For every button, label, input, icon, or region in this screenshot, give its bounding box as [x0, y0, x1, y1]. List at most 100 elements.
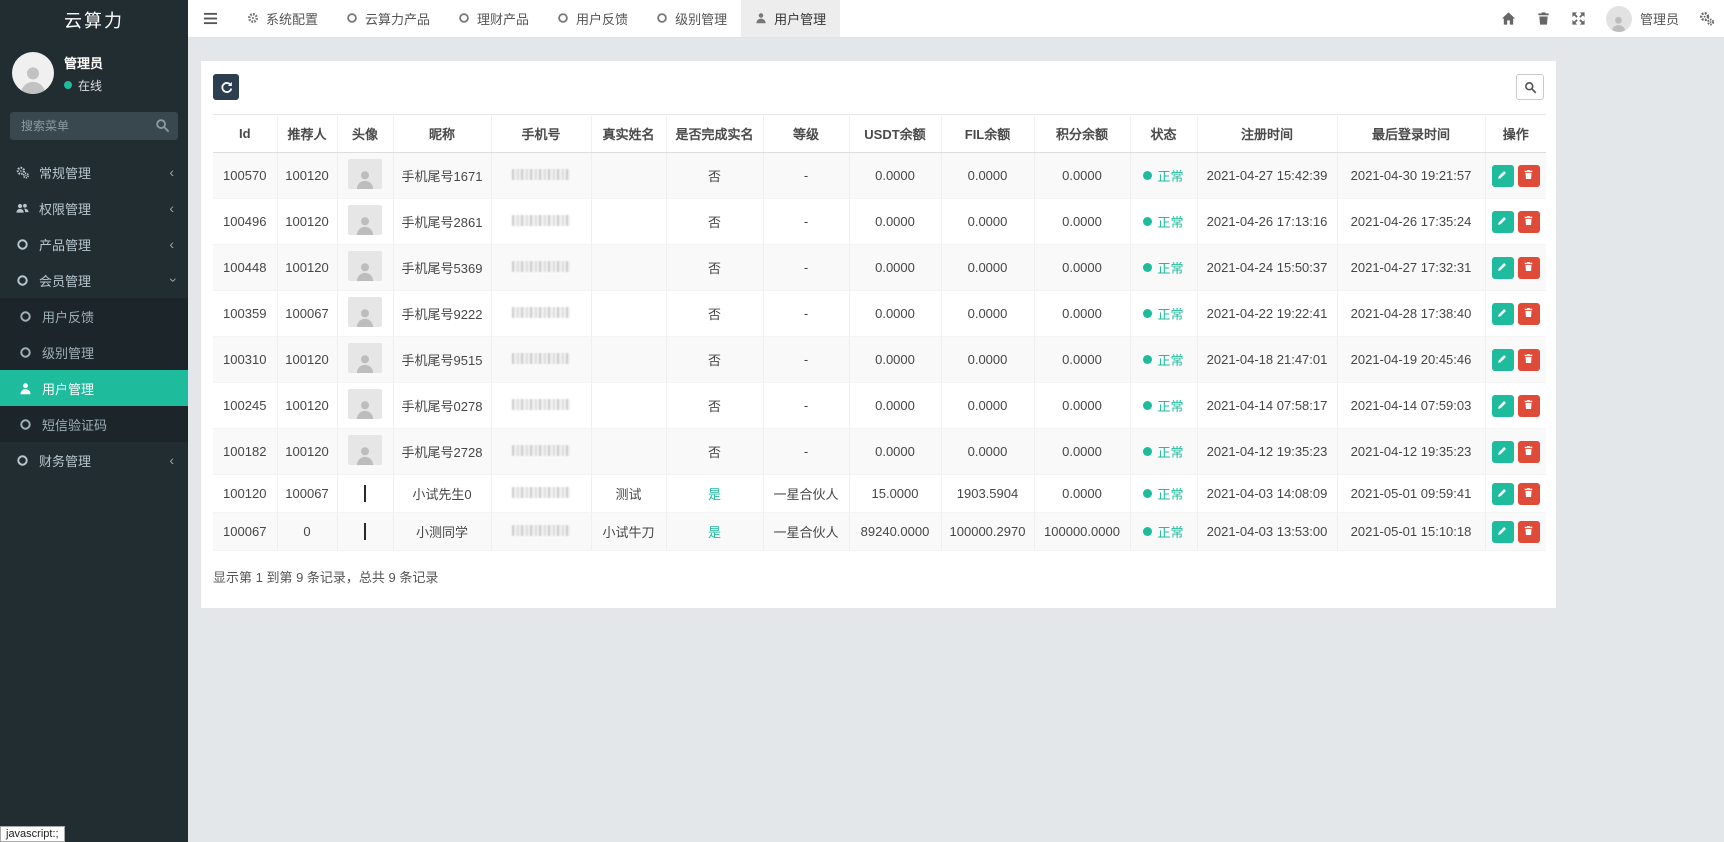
column-header: 头像 — [337, 114, 394, 153]
browser-status-bar: javascript:; — [0, 826, 65, 842]
cell-realname: 测试 — [591, 474, 667, 513]
cell-realname — [591, 290, 667, 337]
status-dot-icon — [1143, 217, 1153, 226]
redacted-phone — [512, 399, 570, 410]
person-icon — [20, 67, 46, 94]
data-panel: Id 推荐人 头像 昵称 手机号 真实姓名 是否完成实名 等级 USDT余额 FIL余额 积分余额状… — [200, 60, 1557, 609]
cell-id: 100359 — [213, 290, 278, 337]
cell-fil-balance: 0.0000 — [941, 152, 1035, 199]
sidebar-item-会员管理[interactable]: 会员管理 ‹ — [0, 262, 188, 298]
circle-icon — [14, 452, 30, 468]
cell-usdt-balance: 0.0000 — [849, 428, 942, 475]
person-icon — [356, 401, 374, 419]
cell-usdt-balance: 0.0000 — [849, 382, 942, 429]
cell-usdt-balance: 0.0000 — [849, 336, 942, 383]
cell-nickname: 手机尾号2728 — [393, 428, 492, 475]
pencil-icon — [1497, 168, 1508, 183]
cell-status: 正常 — [1130, 336, 1198, 383]
cell-points-balance: 0.0000 — [1034, 152, 1131, 199]
pencil-icon — [1497, 444, 1508, 459]
sidebar-item-权限管理[interactable]: 权限管理 ‹ — [0, 190, 188, 226]
tab-系统配置[interactable]: 系统配置 — [233, 0, 332, 37]
table-search-button[interactable] — [1516, 74, 1544, 100]
tab-label: 理财产品 — [477, 12, 530, 27]
edit-button[interactable] — [1491, 440, 1514, 463]
circle-icon — [656, 12, 669, 25]
record-summary: 显示第 1 到第 9 条记录，总共 9 条记录 — [213, 570, 439, 585]
edit-button[interactable] — [1491, 520, 1514, 543]
delete-button[interactable] — [1517, 482, 1540, 505]
redacted-phone — [512, 525, 570, 536]
delete-button[interactable] — [1517, 520, 1540, 543]
edit-button[interactable] — [1491, 210, 1514, 233]
refresh-button[interactable] — [213, 74, 239, 100]
cell-phone — [491, 512, 592, 551]
cell-fil-balance: 0.0000 — [941, 428, 1035, 475]
cell-last-login-time: 2021-04-30 19:21:57 — [1337, 152, 1486, 199]
delete-button[interactable] — [1517, 394, 1540, 417]
cell-phone — [491, 336, 592, 383]
tab-理财产品[interactable]: 理财产品 — [444, 0, 543, 37]
column-header: 操作 — [1485, 114, 1546, 153]
person-icon — [1612, 16, 1626, 32]
delete-button[interactable] — [1517, 210, 1540, 233]
sidebar-subitem-用户管理[interactable]: 用户管理 — [0, 370, 188, 406]
sidebar-toggle-icon[interactable] — [188, 0, 233, 37]
cell-id: 100120 — [213, 474, 278, 513]
person-icon — [356, 355, 374, 373]
sidebar-subitem-级别管理[interactable]: 级别管理 — [0, 334, 188, 370]
circle-icon — [17, 344, 33, 360]
status-dot-icon — [1143, 401, 1153, 410]
sidebar-subitem-用户反馈[interactable]: 用户反馈 — [0, 298, 188, 334]
sidebar-subitem-短信验证码[interactable]: 短信验证码 — [0, 406, 188, 442]
delete-button[interactable] — [1517, 256, 1540, 279]
cogs-icon[interactable] — [1699, 11, 1714, 26]
delete-button[interactable] — [1517, 440, 1540, 463]
cell-register-time: 2021-04-18 21:47:01 — [1197, 336, 1338, 383]
tab-用户管理[interactable]: 用户管理 — [741, 0, 841, 37]
tab-级别管理[interactable]: 级别管理 — [642, 0, 741, 37]
edit-button[interactable] — [1491, 164, 1514, 187]
edit-button[interactable] — [1491, 302, 1514, 325]
search-icon[interactable] — [155, 118, 170, 133]
navbar-user-label: 管理员 — [1639, 12, 1679, 27]
menu-label: 会员管理 — [39, 273, 92, 289]
home-icon[interactable] — [1501, 11, 1516, 26]
chevron-left-icon: ‹ — [169, 452, 174, 468]
circle-icon — [14, 272, 30, 288]
tab-云算力产品[interactable]: 云算力产品 — [332, 0, 444, 37]
user-icon — [755, 12, 768, 25]
status-label: 正常 — [1157, 487, 1184, 502]
delete-button[interactable] — [1517, 164, 1540, 187]
tab-用户反馈[interactable]: 用户反馈 — [543, 0, 642, 37]
navbar-user-menu[interactable]: 管理员 — [1605, 5, 1679, 32]
cell-avatar — [337, 198, 394, 245]
chevron-left-icon: ‹ — [169, 164, 174, 180]
gears-icon — [14, 164, 30, 180]
cell-status: 正常 — [1130, 382, 1198, 429]
edit-button[interactable] — [1491, 482, 1514, 505]
avatar-photo — [364, 485, 366, 502]
delete-button[interactable] — [1517, 302, 1540, 325]
column-header: 积分余额 — [1034, 114, 1131, 153]
tab-label: 系统配置 — [266, 12, 319, 27]
cell-status: 正常 — [1130, 428, 1198, 475]
cell-verified: 否 — [666, 290, 764, 337]
edit-button[interactable] — [1491, 256, 1514, 279]
edit-button[interactable] — [1491, 348, 1514, 371]
cell-verified: 是 — [666, 474, 764, 513]
sidebar-item-常规管理[interactable]: 常规管理 ‹ — [0, 154, 188, 190]
cell-referrer: 100120 — [277, 198, 338, 245]
status-dot-icon — [1143, 171, 1153, 180]
trash-icon[interactable] — [1536, 11, 1551, 26]
sidebar-item-财务管理[interactable]: 财务管理 ‹ — [0, 442, 188, 478]
sidebar-item-产品管理[interactable]: 产品管理 ‹ — [0, 226, 188, 262]
delete-button[interactable] — [1517, 348, 1540, 371]
cell-phone — [491, 428, 592, 475]
edit-button[interactable] — [1491, 394, 1514, 417]
status-label: 正常 — [1157, 445, 1184, 460]
cell-level: - — [763, 152, 850, 199]
cell-register-time: 2021-04-12 19:35:23 — [1197, 428, 1338, 475]
fullscreen-icon[interactable] — [1571, 11, 1586, 26]
menu-search-input[interactable] — [10, 112, 178, 140]
